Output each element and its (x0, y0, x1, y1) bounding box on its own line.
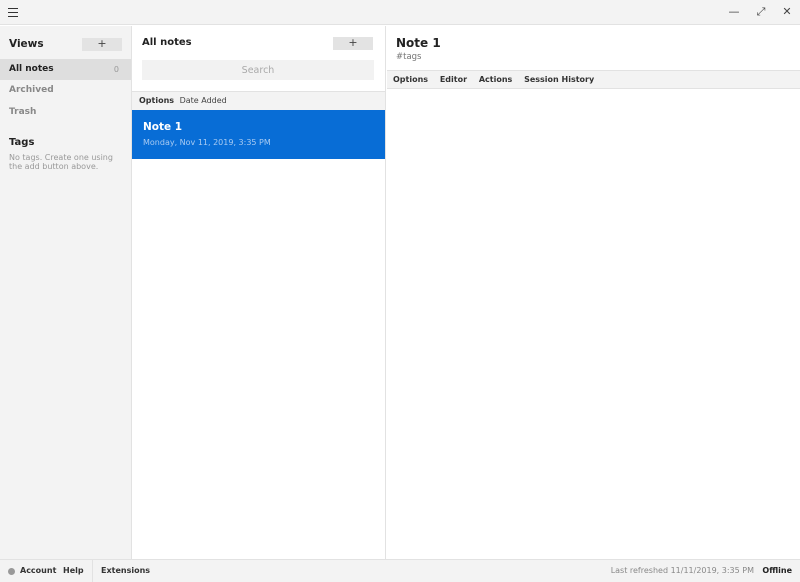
note-item-title: Note 1 (143, 121, 183, 133)
maximize-icon[interactable]: ⤢ (752, 4, 770, 20)
notes-list-title: All notes (142, 37, 192, 48)
sidebar-item-archived[interactable]: Archived (0, 80, 131, 101)
note-tags-input[interactable] (396, 52, 502, 62)
footer-divider (92, 560, 93, 582)
search-input[interactable] (142, 60, 374, 80)
hamburger-menu-icon[interactable] (8, 8, 18, 17)
editor-menu-options[interactable]: Options (393, 75, 428, 84)
notes-options-bar: Options Date Added (132, 91, 385, 110)
sidebar-item-trash[interactable]: Trash (0, 102, 131, 123)
close-icon[interactable]: ✕ (778, 4, 796, 20)
extensions-button[interactable]: Extensions (101, 560, 150, 582)
note-body-textarea[interactable] (387, 89, 800, 559)
new-note-button[interactable]: + (333, 37, 373, 50)
minimize-icon[interactable]: — (725, 4, 743, 20)
note-list-item[interactable]: Note 1 Monday, Nov 11, 2019, 3:35 PM (132, 110, 385, 159)
add-view-button[interactable]: + (82, 38, 122, 51)
notes-count-badge: 0 (113, 65, 119, 74)
editor-menu-session-history[interactable]: Session History (524, 75, 594, 84)
account-button[interactable]: Account (20, 560, 56, 582)
footer-bar: Account Help Extensions Last refreshed 1… (0, 559, 800, 582)
sidebar-item-label: All notes (9, 64, 54, 74)
editor-menu-editor[interactable]: Editor (440, 75, 467, 84)
sidebar-item-all-notes[interactable]: All notes 0 (0, 59, 131, 80)
sidebar-item-label: Trash (9, 107, 37, 117)
sort-order-label[interactable]: Date Added (180, 96, 227, 105)
account-status-icon (8, 568, 15, 575)
editor-menu-actions[interactable]: Actions (479, 75, 512, 84)
help-button[interactable]: Help (63, 560, 84, 582)
notes-options-button[interactable]: Options (139, 96, 174, 105)
notes-list-panel: All notes + Options Date Added Note 1 Mo… (132, 26, 386, 559)
tags-empty-message: No tags. Create one using the add button… (9, 153, 113, 171)
tags-heading: Tags (9, 137, 35, 148)
title-bar: — ⤢ ✕ (0, 0, 800, 25)
sidebar: Views + All notes 0 Archived Trash Tags … (0, 26, 132, 559)
sidebar-item-label: Archived (9, 85, 54, 95)
note-item-date: Monday, Nov 11, 2019, 3:35 PM (143, 138, 271, 147)
sync-status[interactable]: Offline (762, 560, 792, 582)
views-heading: Views (9, 38, 44, 50)
editor-panel: Options Editor Actions Session History (387, 26, 800, 559)
last-refreshed-text: Last refreshed 11/11/2019, 3:35 PM (610, 566, 754, 575)
editor-menu-bar: Options Editor Actions Session History (387, 70, 800, 89)
note-title-input[interactable] (396, 36, 566, 50)
